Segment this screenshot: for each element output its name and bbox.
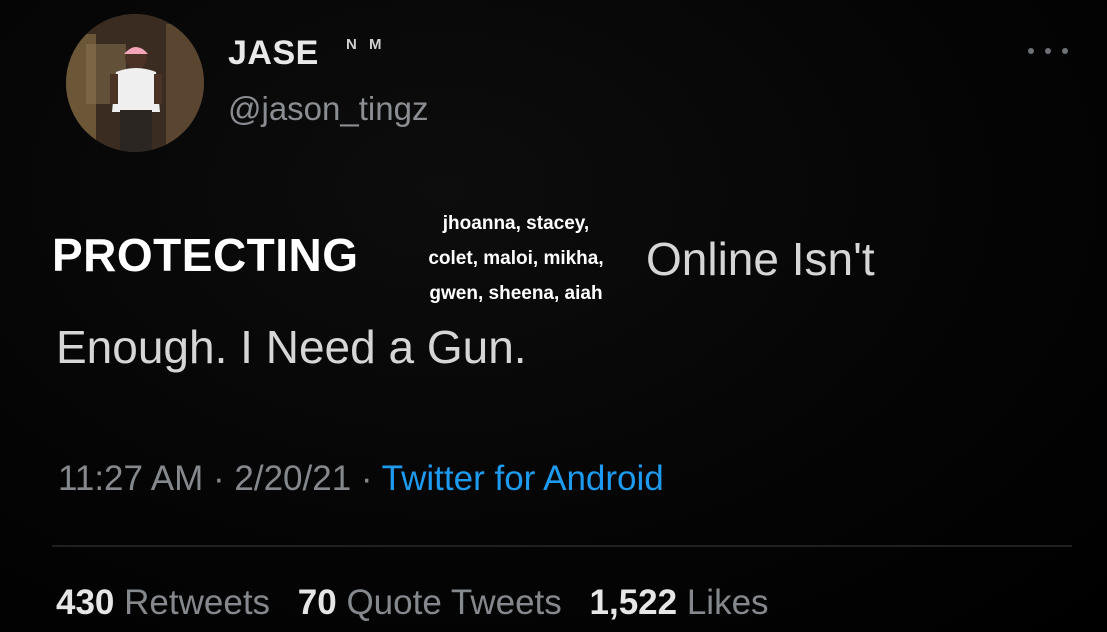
overlay-name-line: jhoanna, stacey, xyxy=(442,213,590,234)
tweet-card: JASE N M @jason_tingz PROTECTING jhoanna… xyxy=(0,0,1107,632)
dot xyxy=(1062,48,1068,54)
quote-tweets-stat[interactable]: 70 Quote Tweets xyxy=(298,583,562,622)
tweet-stats: 430 Retweets 70 Quote Tweets 1,522 Likes xyxy=(56,583,787,623)
user-handle[interactable]: @jason_tingz xyxy=(228,90,428,128)
quote-tweets-count: 70 xyxy=(297,583,337,622)
retweets-stat[interactable]: 430 Retweets xyxy=(56,583,270,622)
tweet-text-line-1: Online Isn't xyxy=(646,233,875,285)
retweets-label: Retweets xyxy=(124,583,271,622)
dot xyxy=(1028,48,1034,54)
likes-label: Likes xyxy=(686,583,769,622)
tweet-date[interactable]: 2/20/21 xyxy=(234,459,351,498)
display-name[interactable]: JASE xyxy=(228,34,319,73)
tweet-source-link[interactable]: Twitter for Android xyxy=(382,459,664,498)
tweet-text-line-2: Enough. I Need a Gun. xyxy=(56,321,527,373)
likes-count: 1,522 xyxy=(589,583,678,622)
overlay-name-line: colet, maloi, mikha, xyxy=(428,248,604,269)
quote-tweets-label: Quote Tweets xyxy=(346,583,562,622)
likes-stat[interactable]: 1,522 Likes xyxy=(590,583,769,622)
overlay-names: jhoanna, stacey, colet, maloi, mikha, gw… xyxy=(396,206,636,311)
overlay-name-line: gwen, sheena, aiah xyxy=(429,283,603,304)
retweets-count: 430 xyxy=(56,583,115,622)
overlay-word: PROTECTING xyxy=(52,229,359,281)
name-suffix: N M xyxy=(346,36,386,53)
more-horizontal-icon[interactable] xyxy=(1028,44,1068,58)
tweet-meta: 11:27 AM · 2/20/21 · Twitter for Android xyxy=(58,459,664,499)
divider xyxy=(52,545,1072,547)
meta-separator: · xyxy=(213,459,225,498)
meta-separator: · xyxy=(360,459,373,498)
tweet-time[interactable]: 11:27 AM xyxy=(58,459,203,498)
avatar-photo xyxy=(66,14,204,152)
dot xyxy=(1045,48,1051,54)
avatar[interactable] xyxy=(66,14,204,152)
